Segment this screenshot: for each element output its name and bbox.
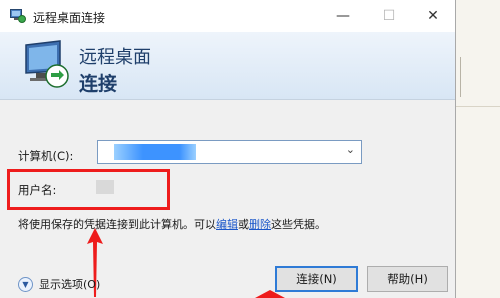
remote-desktop-icon — [10, 9, 26, 23]
window-title: 远程桌面连接 — [33, 11, 106, 25]
credentials-text-or: 或 — [238, 218, 249, 231]
computer-combobox[interactable]: ⌄ — [97, 140, 362, 164]
background-divider — [456, 106, 500, 107]
credentials-text-suffix: 这些凭据。 — [271, 218, 326, 231]
show-options-label: 显示选项(O) — [39, 278, 101, 291]
saved-credentials-message: 将使用保存的凭据连接到此计算机。可以编辑或删除这些凭据。 — [18, 216, 326, 232]
help-button[interactable]: 帮助(H) — [367, 266, 448, 292]
connect-button[interactable]: 连接(N) — [275, 266, 358, 292]
remote-desktop-dialog: 远程桌面连接 — ☐ ✕ 远程桌面 连接 计算机(C): ⌄ 用户名: 将使用保… — [0, 0, 456, 298]
close-button[interactable]: ✕ — [410, 0, 455, 32]
title-bar: 远程桌面连接 — ☐ ✕ — [0, 0, 455, 32]
expand-options-icon[interactable]: ▼ — [18, 276, 33, 292]
username-value-redacted — [96, 180, 114, 194]
computer-label: 计算机(C): — [18, 149, 74, 163]
chevron-down-icon[interactable]: ⌄ — [346, 143, 355, 156]
banner-title-line2: 连接 — [79, 73, 118, 95]
remote-desktop-logo-icon — [25, 40, 69, 88]
show-options-toggle[interactable]: ▼ 显示选项(O) — [18, 276, 100, 292]
computer-value-redacted — [114, 144, 196, 160]
background-detail — [460, 57, 465, 97]
username-label: 用户名: — [18, 183, 57, 197]
banner-title-line1: 远程桌面 — [79, 47, 151, 68]
maximize-button[interactable]: ☐ — [366, 0, 412, 32]
header-banner: 远程桌面 连接 — [0, 32, 455, 100]
background-window — [455, 0, 500, 298]
edit-credentials-link[interactable]: 编辑 — [216, 218, 238, 231]
delete-credentials-link[interactable]: 删除 — [249, 218, 271, 231]
minimize-button[interactable]: — — [320, 0, 366, 32]
credentials-text-prefix: 将使用保存的凭据连接到此计算机。可以 — [18, 218, 216, 231]
